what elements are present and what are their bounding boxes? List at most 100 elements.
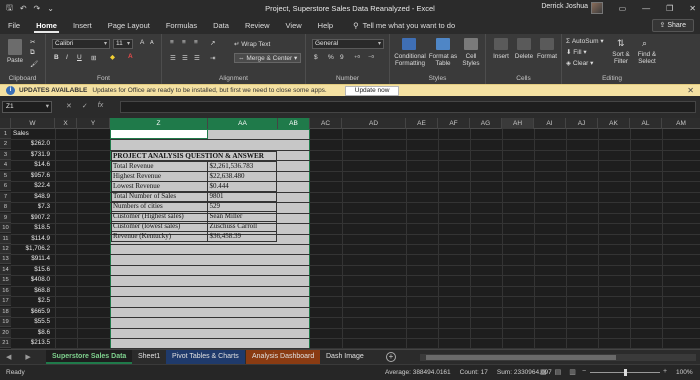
sheet-tab-dash-image[interactable]: Dash Image [320,350,370,364]
cancel-icon[interactable]: ✕ [66,102,72,110]
bold-button[interactable]: B [54,54,59,61]
zoom-out-icon[interactable]: − [582,368,586,375]
format-table-icon[interactable] [436,38,450,50]
row-header[interactable]: 1 [0,129,11,139]
tab-insert[interactable]: Insert [65,21,100,34]
font-name-select[interactable]: Calibri [52,39,110,49]
percent-button[interactable]: % [328,54,334,61]
font-size-select[interactable]: 11 [113,39,133,49]
table-value[interactable]: $0.444 [207,181,277,192]
col-header-ab[interactable]: AB [278,118,310,129]
sales-cell[interactable]: $55.5 [11,317,51,327]
col-header-ac[interactable]: AC [310,118,342,129]
table-header[interactable]: PROJECT ANALYSIS QUESTION & ANSWER [111,151,277,162]
sales-cell[interactable]: $8.6 [11,328,51,338]
row-header[interactable]: 10 [0,223,11,234]
wrap-text-button[interactable]: ↵ Wrap Text [234,40,270,48]
tell-me-box[interactable]: ⚲ Tell me what you want to do [341,21,455,34]
align-left-icon[interactable]: ☰ [170,54,176,62]
col-header-ah[interactable]: AH [502,118,534,129]
table-label[interactable]: Customer (lowest sales) [110,221,209,232]
col-header-aj[interactable]: AJ [566,118,598,129]
scrollbar-thumb[interactable] [426,355,616,360]
merge-center-button[interactable]: ⇔ Merge & Center ▾ [234,53,302,63]
number-format-select[interactable]: General [312,39,384,49]
row-header[interactable]: 8 [0,202,11,213]
table-label[interactable]: Customer (Highest sales) [110,211,209,222]
orientation-icon[interactable]: ↗ [210,39,215,47]
insert-cells-icon[interactable] [494,38,508,50]
align-bottom-icon[interactable]: ≡ [194,39,198,46]
format-button[interactable]: Format [534,53,560,60]
fill-button[interactable]: ⬇ Fill ▾ [566,48,587,56]
avatar[interactable] [591,2,603,14]
paste-label[interactable]: Paste [2,57,28,64]
table-value[interactable]: $36,458.39 [207,231,277,242]
indent-icon[interactable]: ⇥ [210,54,215,62]
row-header[interactable]: 7 [0,191,11,202]
sales-cell[interactable]: $14.6 [11,160,51,170]
tab-review[interactable]: Review [237,21,278,34]
row-header[interactable]: 12 [0,243,11,254]
format-painter-icon[interactable]: 🖌 [30,60,38,68]
col-header-ae[interactable]: AE [406,118,438,129]
tab-page-layout[interactable]: Page Layout [100,21,158,34]
sheet-tab-dashboard[interactable]: Analysis Dashboard [246,350,321,364]
increase-font-icon[interactable]: A [140,39,144,46]
align-middle-icon[interactable]: ≡ [182,39,186,46]
minimize-icon[interactable]: — [642,4,650,13]
close-icon[interactable]: ✕ [689,4,696,13]
row-header[interactable]: 20 [0,327,11,338]
col-header-al[interactable]: AL [630,118,662,129]
col-header-y[interactable]: Y [77,118,110,129]
sales-cell[interactable]: $907.2 [11,213,51,223]
table-label[interactable]: Total Revenue [110,161,209,172]
col-header-ak[interactable]: AK [598,118,630,129]
enter-icon[interactable]: ✓ [82,102,88,110]
selection-stats[interactable]: Average: 388494.0161 Count: 17 Sum: 2330… [385,369,552,376]
format-as-table-button[interactable]: Format as Table [428,53,458,67]
tab-view[interactable]: View [278,21,310,34]
paste-icon[interactable] [8,39,22,55]
sales-cell[interactable]: $1,706.2 [11,244,51,254]
sales-header-cell[interactable]: Sales [11,129,51,139]
row-header[interactable]: 5 [0,170,11,181]
align-top-icon[interactable]: ≡ [170,39,174,46]
prev-sheet-icon[interactable]: ◀ [6,353,11,361]
table-value[interactable]: $2,261,536.783 [207,161,277,172]
row-header[interactable]: 11 [0,233,11,244]
zoom-level[interactable]: 100% [676,369,693,376]
banner-close-icon[interactable]: ✕ [687,86,694,95]
clear-button[interactable]: ◈ Clear ▾ [566,59,593,67]
col-header-z[interactable]: Z [110,118,208,129]
update-now-button[interactable]: Update now [344,85,400,96]
select-all-corner[interactable] [0,118,11,129]
sales-cell[interactable]: $7.3 [11,202,51,212]
col-header-af[interactable]: AF [438,118,470,129]
conditional-formatting-icon[interactable] [402,38,416,50]
ribbon-display-icon[interactable]: ▭ [619,4,627,13]
cell-styles-button[interactable]: Cell Styles [458,53,484,67]
format-cells-icon[interactable] [540,38,554,50]
restore-icon[interactable]: ❐ [666,4,673,13]
fill-color-icon[interactable]: ◆ [110,53,115,61]
redo-icon[interactable]: ↷ [34,4,41,13]
sales-cell[interactable]: $731.9 [11,150,51,160]
row-header[interactable]: 3 [0,149,11,160]
table-value[interactable]: 9801 [207,191,277,202]
row-header[interactable]: 21 [0,338,11,348]
active-cell[interactable] [110,129,208,139]
row-header[interactable]: 16 [0,285,11,296]
increase-decimal-icon[interactable]: ⁺⁰ [354,54,360,62]
align-right-icon[interactable]: ☰ [194,54,200,62]
row-header[interactable]: 6 [0,181,11,192]
sales-cell[interactable]: $911.4 [11,254,51,264]
cut-icon[interactable]: ✂ [30,38,35,46]
col-header-ai[interactable]: AI [534,118,566,129]
tab-file[interactable]: File [0,21,28,34]
name-box[interactable]: Z1 [2,101,52,113]
align-center-icon[interactable]: ☰ [182,54,188,62]
page-break-view-icon[interactable]: ▥ [569,368,576,376]
zoom-slider-knob[interactable] [624,369,627,376]
formula-input[interactable] [120,101,696,113]
